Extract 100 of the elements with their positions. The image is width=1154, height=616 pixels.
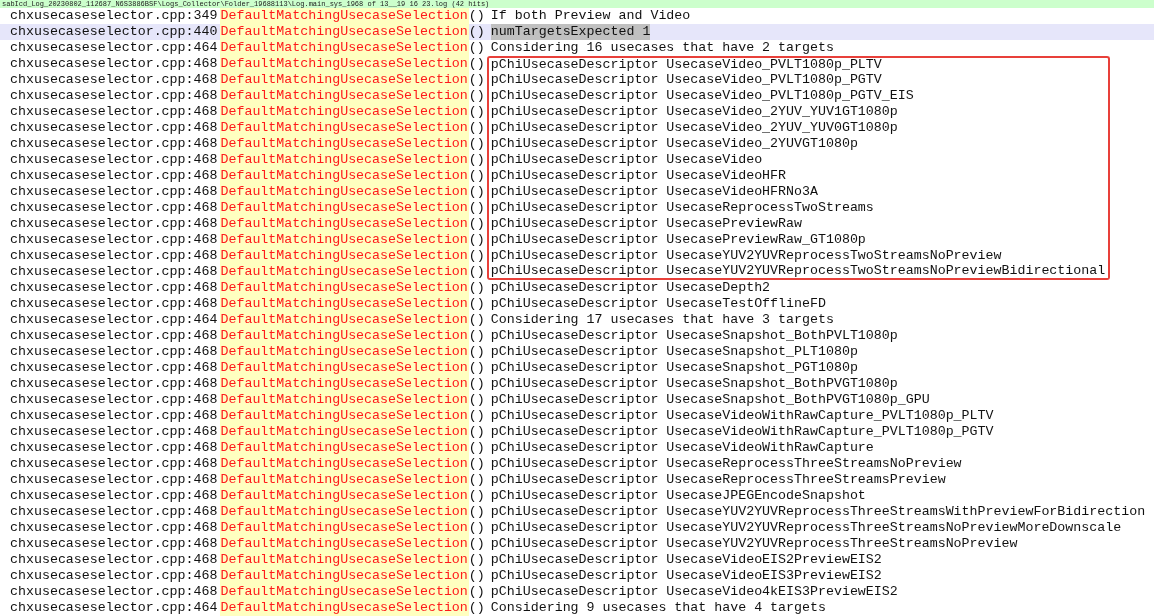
function-name: DefaultMatchingUsecaseSelection <box>220 264 469 280</box>
function-name: DefaultMatchingUsecaseSelection <box>220 168 469 184</box>
parentheses: () <box>468 520 485 536</box>
log-message: pChiUsecaseDescriptor UsecaseTestOfflineFD <box>490 296 826 312</box>
parentheses: () <box>468 232 485 248</box>
function-name: DefaultMatchingUsecaseSelection <box>220 104 469 120</box>
parentheses: () <box>468 152 485 168</box>
source-location: chxusecaseselector.cpp:468 <box>10 72 218 88</box>
parentheses: () <box>468 392 485 408</box>
parentheses: () <box>468 88 485 104</box>
function-name: DefaultMatchingUsecaseSelection <box>220 120 469 136</box>
parentheses: () <box>468 408 485 424</box>
function-name: DefaultMatchingUsecaseSelection <box>220 216 469 232</box>
parentheses: () <box>468 312 485 328</box>
parentheses: () <box>468 360 485 376</box>
log-message: pChiUsecaseDescriptor UsecaseYUV2YUVReprocessThreeStreamsNoPreviewMoreDownscale <box>490 520 1122 536</box>
source-location: chxusecaseselector.cpp:468 <box>10 216 218 232</box>
source-location: chxusecaseselector.cpp:468 <box>10 360 218 376</box>
function-name: DefaultMatchingUsecaseSelection <box>220 88 469 104</box>
source-location: chxusecaseselector.cpp:468 <box>10 568 218 584</box>
function-name: DefaultMatchingUsecaseSelection <box>220 232 469 248</box>
source-location: chxusecaseselector.cpp:468 <box>10 376 218 392</box>
function-name: DefaultMatchingUsecaseSelection <box>220 520 469 536</box>
function-name: DefaultMatchingUsecaseSelection <box>220 584 469 600</box>
function-name: DefaultMatchingUsecaseSelection <box>220 344 469 360</box>
function-name: DefaultMatchingUsecaseSelection <box>220 536 469 552</box>
source-location: chxusecaseselector.cpp:468 <box>10 184 218 200</box>
source-location: chxusecaseselector.cpp:468 <box>10 424 218 440</box>
source-location: chxusecaseselector.cpp:440 <box>10 24 218 40</box>
function-name: DefaultMatchingUsecaseSelection <box>220 472 469 488</box>
source-location: chxusecaseselector.cpp:468 <box>10 120 218 136</box>
function-name: DefaultMatchingUsecaseSelection <box>220 328 469 344</box>
parentheses: () <box>468 488 485 504</box>
parentheses: () <box>468 504 485 520</box>
log-message: pChiUsecaseDescriptor UsecaseSnapshot_PGT1080p <box>490 360 858 376</box>
source-location: chxusecaseselector.cpp:464 <box>10 312 218 328</box>
source-location: chxusecaseselector.cpp:468 <box>10 280 218 296</box>
log-message: pChiUsecaseDescriptor UsecaseVideoWithRawCapture_PVLT1080p_PGTV <box>490 424 994 440</box>
function-name: DefaultMatchingUsecaseSelection <box>220 488 469 504</box>
function-name: DefaultMatchingUsecaseSelection <box>220 296 469 312</box>
parentheses: () <box>468 216 485 232</box>
parentheses: () <box>468 552 485 568</box>
log-message: pChiUsecaseDescriptor UsecaseVideo_2YUV_YUV0GT1080p <box>486 120 1110 136</box>
function-name: DefaultMatchingUsecaseSelection <box>220 72 469 88</box>
log-message: pChiUsecaseDescriptor UsecaseVideo_PVLT1080p_PGTV <box>486 72 1110 88</box>
parentheses: () <box>468 184 485 200</box>
parentheses: () <box>468 440 485 456</box>
source-location: chxusecaseselector.cpp:468 <box>10 520 218 536</box>
source-location: chxusecaseselector.cpp:468 <box>10 344 218 360</box>
parentheses: () <box>468 8 485 24</box>
source-location: chxusecaseselector.cpp:468 <box>10 456 218 472</box>
source-location: chxusecaseselector.cpp:464 <box>10 600 218 616</box>
parentheses: () <box>468 24 485 40</box>
parentheses: () <box>468 120 485 136</box>
source-location: chxusecaseselector.cpp:468 <box>10 88 218 104</box>
source-location: chxusecaseselector.cpp:468 <box>10 440 218 456</box>
function-name: DefaultMatchingUsecaseSelection <box>220 424 469 440</box>
source-location: chxusecaseselector.cpp:468 <box>10 328 218 344</box>
parentheses: () <box>468 296 485 312</box>
function-name: DefaultMatchingUsecaseSelection <box>220 456 469 472</box>
parentheses: () <box>468 200 485 216</box>
log-message: pChiUsecaseDescriptor UsecaseVideo_PVLT1080p_PLTV <box>486 56 1110 72</box>
log-message: pChiUsecaseDescriptor UsecaseReprocessTwoStreams <box>486 200 1110 216</box>
source-location: chxusecaseselector.cpp:468 <box>10 56 218 72</box>
parentheses: () <box>468 40 485 56</box>
function-name: DefaultMatchingUsecaseSelection <box>220 312 469 328</box>
log-message: pChiUsecaseDescriptor UsecaseVideo_PVLT1080p_PGTV_EIS <box>486 88 1110 104</box>
parentheses: () <box>468 104 485 120</box>
log-message: pChiUsecaseDescriptor UsecaseVideoWithRawCapture <box>490 440 874 456</box>
source-location: chxusecaseselector.cpp:468 <box>10 152 218 168</box>
log-message: pChiUsecaseDescriptor UsecaseVideo4kEIS3PreviewEIS2 <box>490 584 898 600</box>
source-location: chxusecaseselector.cpp:468 <box>10 552 218 568</box>
parentheses: () <box>468 280 485 296</box>
parentheses: () <box>468 424 485 440</box>
log-message: pChiUsecaseDescriptor UsecaseVideoHFRNo3A <box>486 184 1110 200</box>
source-location: chxusecaseselector.cpp:468 <box>10 104 218 120</box>
source-location: chxusecaseselector.cpp:468 <box>10 248 218 264</box>
log-message: pChiUsecaseDescriptor UsecaseJPEGEncodeSnapshot <box>490 488 866 504</box>
source-location: chxusecaseselector.cpp:468 <box>10 584 218 600</box>
log-message: Considering 17 usecases that have 3 targets <box>490 312 834 328</box>
log-message: pChiUsecaseDescriptor UsecaseYUV2YUVReprocessTwoStreamsNoPreviewBidirectional <box>486 264 1110 280</box>
log-message: pChiUsecaseDescriptor UsecaseSnapshot_PLT1080p <box>490 344 858 360</box>
function-name: DefaultMatchingUsecaseSelection <box>220 568 469 584</box>
parentheses: () <box>468 56 485 72</box>
log-message: pChiUsecaseDescriptor UsecaseSnapshot_BothPVGT1080p <box>490 376 898 392</box>
source-location: chxusecaseselector.cpp:468 <box>10 392 218 408</box>
function-name: DefaultMatchingUsecaseSelection <box>220 408 469 424</box>
parentheses: () <box>468 536 485 552</box>
parentheses: () <box>468 136 485 152</box>
log-message: pChiUsecaseDescriptor UsecaseVideo <box>486 152 1110 168</box>
function-name: DefaultMatchingUsecaseSelection <box>220 552 469 568</box>
log-message: pChiUsecaseDescriptor UsecaseVideoEIS3PreviewEIS2 <box>490 568 882 584</box>
function-name: DefaultMatchingUsecaseSelection <box>220 136 469 152</box>
source-location: chxusecaseselector.cpp:468 <box>10 168 218 184</box>
source-location: chxusecaseselector.cpp:468 <box>10 504 218 520</box>
parentheses: () <box>468 248 485 264</box>
source-location: chxusecaseselector.cpp:468 <box>10 536 218 552</box>
log-message: If both Preview and Video <box>490 8 691 24</box>
source-location: chxusecaseselector.cpp:349 <box>10 8 218 24</box>
function-name: DefaultMatchingUsecaseSelection <box>220 200 469 216</box>
